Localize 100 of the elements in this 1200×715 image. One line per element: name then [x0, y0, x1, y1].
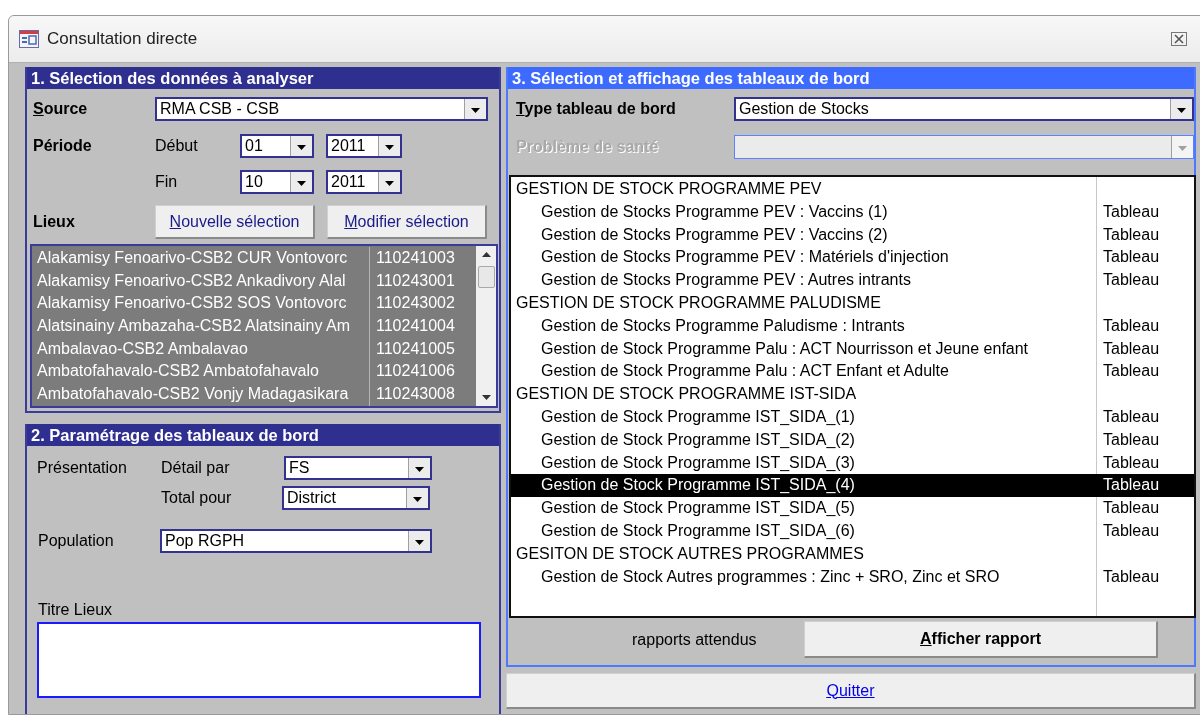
dashboard-row[interactable]: Gestion de Stocks Programme Paludisme : Intrants Tableau: [511, 314, 1194, 338]
dashboard-name: Gestion de Stocks Programme Paludisme : Intrants: [540, 315, 906, 336]
place-code: 110241005: [375, 338, 455, 359]
group-heading: GESITON DE STOCK AUTRES PROGRAMMES: [515, 543, 865, 564]
place-name: Alatsinainy Ambazaha-CSB2 Alatsinainy Am: [32, 315, 370, 338]
dashboard-name: Gestion de Stocks Programme PEV : Matériels d'injection: [540, 247, 950, 268]
quit-button[interactable]: Quitter: [506, 673, 1196, 709]
dashboard-name: Gestion de Stock Programme Palu : ACT Nourrisson et Jeune enfant: [540, 338, 1030, 359]
show-report-button[interactable]: Afficher rapport: [804, 621, 1158, 658]
source-combo[interactable]: RMA CSB - CSB: [155, 97, 488, 121]
dropdown-arrow-icon: [385, 145, 394, 150]
dashboard-type: Tableau: [1102, 475, 1160, 496]
detail-label: Détail par: [161, 459, 231, 477]
place-code: 110241004: [375, 316, 455, 337]
form-icon: [19, 30, 39, 48]
group-heading: GESTION DE STOCK PROGRAMME PEV: [515, 179, 823, 199]
dashboard-name: Gestion de Stock Programme Palu : ACT Enfant et Adulte: [540, 361, 950, 382]
dashboard-type: Tableau: [1102, 566, 1160, 587]
source-label: Source: [33, 100, 89, 118]
dashboard-name: Gestion de Stocks Programme PEV : Autres intrants: [540, 270, 912, 291]
dashboard-row[interactable]: Gestion de Stocks Programme PEV : Autres intrants Tableau: [511, 269, 1194, 292]
dashboard-name: Gestion de Stock Autres programmes : Zinc + SRO, Zinc et SRO: [540, 566, 1001, 587]
dashboard-type: Tableau: [1102, 270, 1160, 291]
title-input[interactable]: [37, 622, 481, 698]
places-list[interactable]: [30, 244, 498, 408]
dashboard-row[interactable]: Gestion de Stock Programme Palu : ACT Enfant et Adulte Tableau: [511, 360, 1194, 384]
dropdown-arrow-icon: [1177, 108, 1186, 113]
place-code: 110241003: [375, 248, 455, 268]
period-label: Période: [33, 137, 93, 155]
end-label: Fin: [155, 173, 179, 191]
dashboard-type: Tableau: [1102, 315, 1160, 336]
place-name: Alakamisy Fenoarivo-CSB2 CUR Vontovorc: [32, 247, 370, 270]
dropdown-arrow-icon: [297, 145, 306, 150]
detail-combo[interactable]: FS: [284, 456, 432, 480]
scroll-down-icon[interactable]: [481, 395, 491, 400]
close-icon[interactable]: [1171, 32, 1187, 46]
dashboard-type: Tableau: [1102, 498, 1160, 519]
total-label: Total pour: [161, 489, 233, 507]
place-code: 110243002: [375, 293, 455, 314]
dashboard-name: Gestion de Stock Programme IST_SIDA_(1): [540, 406, 856, 427]
dropdown-arrow-icon: [297, 181, 306, 186]
place-name: Ambatofahavalo-CSB2 Vonjy Madagasikara: [32, 383, 370, 406]
dashboard-type: Tableau: [1102, 429, 1160, 450]
dropdown-arrow-icon: [1178, 146, 1187, 151]
month-combo[interactable]: 10: [240, 170, 314, 194]
dashboard-type: Tableau: [1102, 338, 1160, 359]
window-title: Consultation directe: [47, 29, 198, 49]
dashboard-row[interactable]: Gestion de Stocks Programme PEV : Vaccins (1) Tableau: [511, 200, 1194, 224]
title-label: Titre Lieux: [38, 601, 114, 619]
edit-selection-button[interactable]: Modifier sélection: [327, 205, 487, 239]
dashboard-list[interactable]: [509, 175, 1196, 618]
dashboard-type: Tableau: [1102, 452, 1160, 473]
dashboard-name: Gestion de Stocks Programme PEV : Vaccins (2): [540, 224, 889, 245]
dashboard-row[interactable]: Gestion de Stock Programme IST_SIDA_(1) Tableau: [511, 405, 1194, 429]
dashboard-name: Gestion de Stock Programme IST_SIDA_(3): [540, 452, 856, 473]
expected-reports-label: rapports attendus: [632, 630, 758, 649]
presentation-label: Présentation: [37, 459, 128, 477]
scroll-up-icon[interactable]: [481, 252, 491, 257]
year-combo[interactable]: 2011: [326, 134, 402, 158]
dropdown-arrow-icon: [415, 540, 424, 545]
start-label: Début: [155, 137, 199, 155]
dashboard-name: Gestion de Stock Programme IST_SIDA_(4): [540, 475, 856, 496]
dashboard-name: Gestion de Stocks Programme PEV : Vaccins (1): [540, 201, 889, 222]
section-header: 2. Paramétrage des tableaux de bord: [27, 424, 499, 446]
year-combo[interactable]: 2011: [326, 170, 402, 194]
total-combo[interactable]: District: [282, 486, 430, 510]
scroll-thumb[interactable]: [477, 266, 495, 288]
dashboard-type: Tableau: [1102, 247, 1160, 268]
section-header: 1. Sélection des données à analyser: [27, 67, 499, 89]
scrollbar[interactable]: [476, 246, 496, 406]
place-code: 110243001: [375, 270, 455, 291]
month-combo[interactable]: 01: [240, 134, 314, 158]
place-code: 110243008: [375, 384, 455, 405]
dashboard-name: Gestion de Stock Programme IST_SIDA_(5): [540, 498, 856, 519]
population-label: Population: [38, 532, 115, 550]
place-code: 110241006: [375, 361, 455, 382]
dashboard-type: Tableau: [1102, 406, 1160, 427]
dashboard-row[interactable]: Gestion de Stocks Programme PEV : Matériels d'injection Tableau: [511, 246, 1194, 270]
dashboard-name: Gestion de Stock Programme IST_SIDA_(2): [540, 429, 856, 450]
dashboard-type: Tableau: [1102, 201, 1160, 222]
dashboard-row[interactable]: Gestion de Stock Programme Palu : ACT Nourrisson et Jeune enfant Tableau: [511, 337, 1194, 361]
dashboard-type: Tableau: [1102, 520, 1160, 541]
dashboard-type: Tableau: [1102, 224, 1160, 245]
dropdown-arrow-icon: [415, 467, 424, 472]
dashboard-row[interactable]: Gestion de Stock Programme IST_SIDA_(6) Tableau: [511, 519, 1194, 543]
type-label: Type tableau de bord: [516, 100, 677, 118]
population-combo[interactable]: Pop RGPH: [160, 529, 432, 553]
type-combo[interactable]: Gestion de Stocks: [734, 97, 1194, 121]
dashboard-row[interactable]: Gestion de Stocks Programme PEV : Vaccins (2) Tableau: [511, 223, 1194, 247]
dashboard-row[interactable]: Gestion de Stock Autres programmes : Zinc + SRO, Zinc et SRO Tableau: [511, 565, 1194, 589]
new-selection-button[interactable]: Nouvelle sélection: [155, 205, 315, 239]
dashboard-row[interactable]: Gestion de Stock Programme IST_SIDA_(2) Tableau: [511, 428, 1194, 452]
dashboard-row[interactable]: Gestion de Stock Programme IST_SIDA_(5) Tableau: [511, 497, 1194, 520]
dashboard-row[interactable]: Gestion de Stock Programme IST_SIDA_(4) Tableau: [511, 474, 1194, 498]
dropdown-arrow-icon: [385, 181, 394, 186]
places-label: Lieux: [33, 213, 76, 231]
health-problem-label: Problème de santé: [516, 138, 660, 156]
section-header: 3. Sélection et affichage des tableaux de bord: [508, 67, 1194, 89]
dashboard-name: Gestion de Stock Programme IST_SIDA_(6): [540, 520, 856, 541]
dashboard-row[interactable]: Gestion de Stock Programme IST_SIDA_(3) Tableau: [511, 451, 1194, 475]
